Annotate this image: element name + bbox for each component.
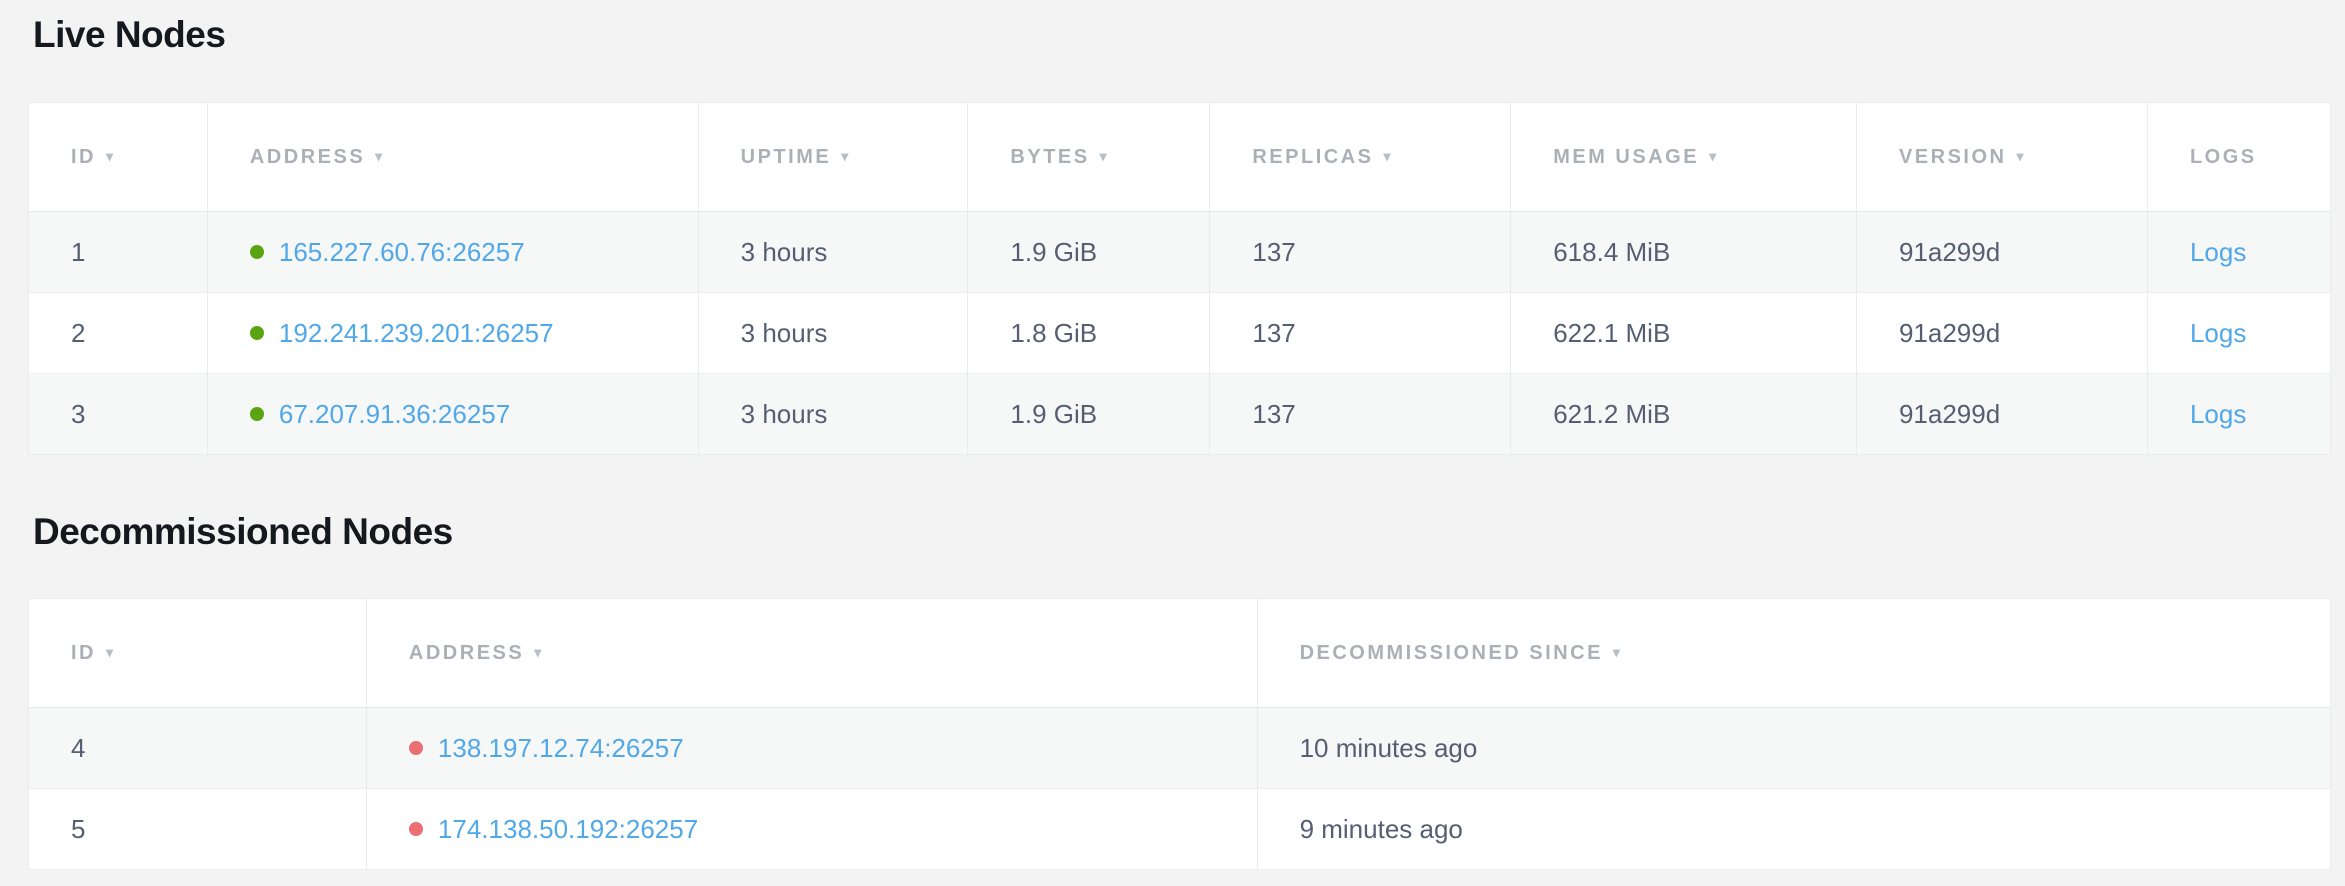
node-address-cell: 192.241.239.201:26257 xyxy=(207,293,698,374)
decommissioned-nodes-header-row: ID ▾ ADDRESS ▾ DECOMMISSIONED SINCE ▾ xyxy=(29,599,2331,708)
column-header-label: MEM USAGE xyxy=(1553,146,1699,168)
sort-arrow-icon: ▾ xyxy=(534,644,541,661)
column-header-id[interactable]: ID ▾ xyxy=(29,599,367,708)
column-header-uptime[interactable]: UPTIME ▾ xyxy=(698,103,968,212)
node-uptime-cell: 3 hours xyxy=(698,374,968,455)
sort-arrow-icon: ▾ xyxy=(106,148,113,165)
live-status-dot-icon xyxy=(250,326,264,340)
node-address-cell: 67.207.91.36:26257 xyxy=(207,374,698,455)
node-version-cell: 91a299d xyxy=(1856,374,2147,455)
live-status-dot-icon xyxy=(250,245,264,259)
column-header-bytes[interactable]: BYTES ▾ xyxy=(968,103,1210,212)
node-uptime-cell: 3 hours xyxy=(698,293,968,374)
node-address-cell: 174.138.50.192:26257 xyxy=(366,789,1257,870)
column-header-label: LOGS xyxy=(2190,146,2257,168)
node-address-cell: 138.197.12.74:26257 xyxy=(366,708,1257,789)
sort-arrow-icon: ▾ xyxy=(2017,148,2024,165)
node-logs-cell: Logs xyxy=(2147,374,2330,455)
sort-arrow-icon: ▾ xyxy=(1383,148,1390,165)
sort-arrow-icon: ▾ xyxy=(106,644,113,661)
decommissioned-since-cell: 9 minutes ago xyxy=(1257,789,2330,870)
decommissioned-since-cell: 10 minutes ago xyxy=(1257,708,2330,789)
decommissioned-status-dot-icon xyxy=(409,741,423,755)
sort-arrow-icon: ▾ xyxy=(1709,148,1716,165)
node-mem-usage-cell: 618.4 MiB xyxy=(1511,212,1857,293)
logs-link[interactable]: Logs xyxy=(2190,399,2246,429)
node-bytes-cell: 1.9 GiB xyxy=(968,212,1210,293)
column-header-mem-usage[interactable]: MEM USAGE ▾ xyxy=(1511,103,1857,212)
live-status-dot-icon xyxy=(250,407,264,421)
node-mem-usage-cell: 621.2 MiB xyxy=(1511,374,1857,455)
table-row: 2 192.241.239.201:26257 3 hours 1.8 GiB … xyxy=(29,293,2331,374)
column-header-id[interactable]: ID ▾ xyxy=(29,103,208,212)
column-header-address[interactable]: ADDRESS ▾ xyxy=(366,599,1257,708)
nodes-page: Live Nodes ID ▾ ADDRESS ▾ UPTIME ▾ BYTES ▾ R… xyxy=(0,0,2345,870)
column-header-label: ADDRESS xyxy=(250,146,365,168)
node-address-link[interactable]: 192.241.239.201:26257 xyxy=(279,318,554,349)
column-header-label: ID xyxy=(71,642,96,664)
node-logs-cell: Logs xyxy=(2147,212,2330,293)
node-logs-cell: Logs xyxy=(2147,293,2330,374)
column-header-replicas[interactable]: REPLICAS ▾ xyxy=(1210,103,1511,212)
logs-link[interactable]: Logs xyxy=(2190,237,2246,267)
node-uptime-cell: 3 hours xyxy=(698,212,968,293)
column-header-logs: LOGS xyxy=(2147,103,2330,212)
node-replicas-cell: 137 xyxy=(1210,293,1511,374)
column-header-label: BYTES xyxy=(1010,146,1089,168)
table-row: 3 67.207.91.36:26257 3 hours 1.9 GiB 137… xyxy=(29,374,2331,455)
node-id-cell: 2 xyxy=(29,293,208,374)
node-bytes-cell: 1.8 GiB xyxy=(968,293,1210,374)
live-nodes-table: ID ▾ ADDRESS ▾ UPTIME ▾ BYTES ▾ REPLICAS ▾ ME… xyxy=(28,102,2331,455)
live-nodes-header-row: ID ▾ ADDRESS ▾ UPTIME ▾ BYTES ▾ REPLICAS ▾ ME… xyxy=(29,103,2331,212)
node-id-cell: 3 xyxy=(29,374,208,455)
column-header-label: DECOMMISSIONED SINCE xyxy=(1300,642,1603,664)
column-header-label: ID xyxy=(71,146,96,168)
node-address-link[interactable]: 138.197.12.74:26257 xyxy=(438,733,684,764)
node-address-link[interactable]: 165.227.60.76:26257 xyxy=(279,237,525,268)
sort-arrow-icon: ▾ xyxy=(375,148,382,165)
decommissioned-nodes-title: Decommissioned Nodes xyxy=(33,511,2331,553)
node-version-cell: 91a299d xyxy=(1856,212,2147,293)
sort-arrow-icon: ▾ xyxy=(1100,148,1107,165)
node-version-cell: 91a299d xyxy=(1856,293,2147,374)
table-row: 5 174.138.50.192:26257 9 minutes ago xyxy=(29,789,2331,870)
column-header-decommissioned-since[interactable]: DECOMMISSIONED SINCE ▾ xyxy=(1257,599,2330,708)
node-address-link[interactable]: 67.207.91.36:26257 xyxy=(279,399,510,430)
decommissioned-nodes-table: ID ▾ ADDRESS ▾ DECOMMISSIONED SINCE ▾ 4 138… xyxy=(28,598,2331,870)
logs-link[interactable]: Logs xyxy=(2190,318,2246,348)
node-id-cell: 5 xyxy=(29,789,367,870)
column-header-address[interactable]: ADDRESS ▾ xyxy=(207,103,698,212)
column-header-version[interactable]: VERSION ▾ xyxy=(1856,103,2147,212)
column-header-label: REPLICAS xyxy=(1252,146,1373,168)
node-address-cell: 165.227.60.76:26257 xyxy=(207,212,698,293)
node-mem-usage-cell: 622.1 MiB xyxy=(1511,293,1857,374)
column-header-label: UPTIME xyxy=(741,146,832,168)
decommissioned-status-dot-icon xyxy=(409,822,423,836)
sort-arrow-icon: ▾ xyxy=(841,148,848,165)
node-bytes-cell: 1.9 GiB xyxy=(968,374,1210,455)
node-id-cell: 4 xyxy=(29,708,367,789)
sort-arrow-icon: ▾ xyxy=(1613,644,1620,661)
table-row: 1 165.227.60.76:26257 3 hours 1.9 GiB 13… xyxy=(29,212,2331,293)
node-replicas-cell: 137 xyxy=(1210,212,1511,293)
node-id-cell: 1 xyxy=(29,212,208,293)
column-header-label: ADDRESS xyxy=(409,642,524,664)
node-address-link[interactable]: 174.138.50.192:26257 xyxy=(438,814,698,845)
node-replicas-cell: 137 xyxy=(1210,374,1511,455)
table-row: 4 138.197.12.74:26257 10 minutes ago xyxy=(29,708,2331,789)
live-nodes-title: Live Nodes xyxy=(33,14,2331,56)
column-header-label: VERSION xyxy=(1899,146,2007,168)
